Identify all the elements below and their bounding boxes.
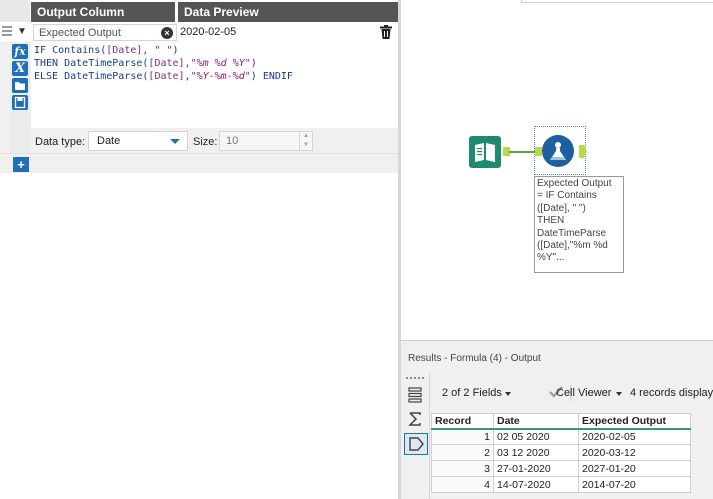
data-type-label: Data type: — [35, 136, 86, 148]
records-count: 4 records displaye — [630, 387, 713, 399]
expression-line: IF Contains([Date], " ") — [34, 44, 395, 57]
expression-token: DateTimeParse — [64, 71, 143, 82]
data-type-row: Data type: Date Size: 10 ▲ ▼ — [31, 128, 398, 153]
expression-token: ) — [172, 45, 179, 56]
expected-output-cell[interactable]: 2020-02-05 — [578, 428, 691, 445]
data-type-select[interactable]: Date — [88, 131, 188, 151]
expression-token: " " — [154, 45, 173, 56]
column-header-expected-output[interactable]: Expected Output — [578, 413, 691, 430]
trash-icon[interactable] — [380, 25, 392, 39]
results-window: Results - Formula (4) - Output 2 of 2 Fi… — [401, 340, 713, 499]
output-column-field[interactable]: × — [33, 24, 177, 41]
record-cell[interactable]: 1 — [431, 428, 494, 445]
results-sidebar — [401, 373, 430, 499]
open-icon[interactable] — [12, 78, 28, 93]
expression-token: "%m %d %Y" — [190, 58, 251, 69]
data-preview-value: 2020-02-05 — [180, 26, 237, 38]
chevron-down-icon[interactable]: ▼ — [14, 24, 30, 40]
output-column-header: Output Column — [31, 2, 175, 22]
fields-dropdown-icon[interactable] — [505, 392, 511, 396]
expression-token: THEN — [34, 58, 65, 69]
input-data-tool-icon[interactable] — [469, 136, 501, 168]
expression-line: ELSE DateTimeParse([Date],"%Y-%m-%d") EN… — [34, 70, 395, 83]
fields-selector[interactable]: 2 of 2 Fields — [442, 387, 502, 399]
grip-dots-icon[interactable] — [406, 377, 424, 379]
data-type-value: Date — [97, 135, 121, 147]
date-cell[interactable]: 27-01-2020 — [493, 460, 579, 477]
expression-token: DateTimeParse — [64, 58, 143, 69]
expected-output-cell[interactable]: 2027-01-20 — [578, 460, 691, 477]
tool-annotation: Expected Output = IF Contains ([Date], "… — [534, 176, 624, 273]
column-header-record[interactable]: Record — [431, 413, 494, 430]
expression-token: , — [142, 45, 155, 56]
expression-toolbar: fx X — [10, 42, 30, 153]
table-row[interactable]: 1 02 05 2020 2020-02-05 — [431, 428, 691, 445]
record-cell[interactable]: 2 — [431, 444, 494, 461]
expression-token: [Date] — [148, 71, 185, 82]
expression-token: [Date] — [106, 45, 143, 56]
formula-row: ▼ × 2020-02-05 — [0, 22, 398, 42]
table-row[interactable]: 4 14-07-2020 2014-07-20 — [431, 476, 691, 493]
table-row[interactable]: 2 03 12 2020 2020-03-12 — [431, 444, 691, 461]
clear-icon[interactable]: × — [161, 27, 173, 39]
cell-viewer-dropdown-icon[interactable] — [616, 392, 622, 396]
expression-token: ) — [250, 58, 257, 69]
record-cell[interactable]: 4 — [431, 476, 494, 493]
summarize-icon[interactable] — [406, 410, 424, 428]
table-row[interactable]: 3 27-01-2020 2027-01-20 — [431, 460, 691, 477]
results-toolbar: 2 of 2 Fields Cell Viewer 4 records disp… — [430, 381, 713, 405]
formula-grid-header: Output Column Data Preview — [0, 0, 398, 22]
header-gutter — [0, 0, 30, 22]
expression-token: ) ENDIF — [250, 71, 293, 82]
expression-token: ELSE — [34, 71, 65, 82]
workflow-canvas[interactable]: Expected Output = IF Contains ([Date], "… — [401, 0, 713, 340]
add-expression-row: + — [0, 153, 398, 173]
variable-icon[interactable]: X — [12, 61, 28, 76]
cell-viewer-button[interactable]: Cell Viewer — [556, 387, 611, 399]
data-preview-header: Data Preview — [178, 2, 398, 22]
expression-token: [Date] — [148, 58, 185, 69]
expression-token: Contains — [52, 45, 101, 56]
canvas-edge — [521, 0, 713, 3]
formula-config-panel: Output Column Data Preview ▼ × 2020-02-0… — [0, 0, 398, 499]
results-title: Results - Formula (4) - Output — [408, 353, 541, 364]
output-column-input[interactable] — [34, 25, 154, 40]
expression-token: IF — [34, 45, 53, 56]
date-cell[interactable]: 02 05 2020 — [493, 428, 579, 445]
record-cell[interactable]: 3 — [431, 460, 494, 477]
size-value: 10 — [226, 135, 239, 147]
dropdown-caret-icon — [170, 139, 180, 144]
expected-output-cell[interactable]: 2020-03-12 — [578, 444, 691, 461]
expected-output-cell[interactable]: 2014-07-20 — [578, 476, 691, 493]
expression-token: "%Y-%m-%d" — [190, 71, 251, 82]
size-spinner[interactable]: ▲ ▼ — [299, 132, 312, 150]
connection-line[interactable] — [509, 151, 535, 153]
size-label: Size: — [193, 136, 218, 148]
fx-icon[interactable]: fx — [12, 44, 28, 59]
size-input[interactable]: 10 ▲ ▼ — [219, 131, 313, 151]
save-icon[interactable] — [12, 95, 28, 110]
add-expression-button[interactable]: + — [13, 157, 29, 172]
table-header-row: Record Date Expected Output — [431, 413, 691, 430]
formula-tool-icon[interactable] — [542, 135, 574, 167]
expression-line: THEN DateTimeParse([Date],"%m %d %Y") — [34, 57, 395, 70]
results-table: Record Date Expected Output 1 02 05 2020… — [431, 413, 691, 493]
date-cell[interactable]: 14-07-2020 — [493, 476, 579, 493]
date-cell[interactable]: 03 12 2020 — [493, 444, 579, 461]
drag-handle-icon[interactable] — [2, 26, 12, 38]
column-header-date[interactable]: Date — [493, 413, 579, 430]
output-anchor-button[interactable] — [404, 433, 428, 455]
metadata-icon[interactable] — [406, 386, 424, 404]
